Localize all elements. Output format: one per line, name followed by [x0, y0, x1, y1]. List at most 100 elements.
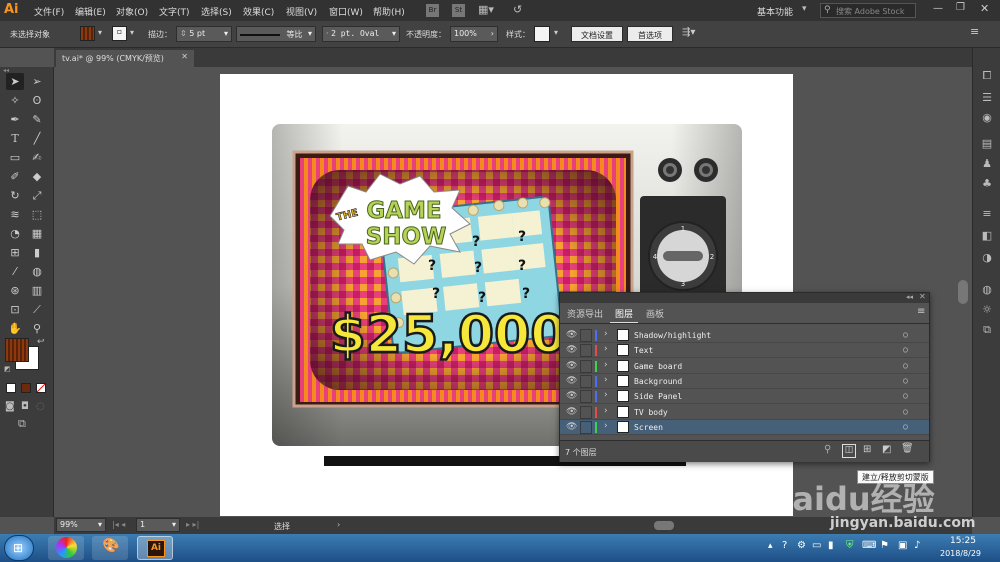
visibility-eye-icon[interactable]: 👁 — [566, 376, 577, 386]
menu-object[interactable]: 对象(O) — [116, 5, 148, 18]
vertical-scrollbar-thumb[interactable] — [958, 280, 968, 304]
selection-tool-icon[interactable]: ➤ — [6, 73, 24, 90]
appearance-icon[interactable]: ◍ — [979, 282, 995, 298]
layer-row[interactable]: 👁 › Game board ○ — [560, 359, 929, 374]
stroke-swatch[interactable]: ▫ — [112, 26, 127, 41]
layer-name[interactable]: Background — [634, 377, 682, 386]
visibility-eye-icon[interactable]: 👁 — [566, 407, 577, 417]
stroke-panel-icon[interactable]: ≡ — [979, 206, 995, 222]
brush-dropdown[interactable]: · 2 pt. Oval ▾ — [322, 26, 400, 42]
layer-name[interactable]: Game board — [634, 362, 682, 371]
perspective-grid-tool-icon[interactable]: ▦ — [28, 225, 46, 242]
type-tool-icon[interactable]: T — [6, 130, 24, 147]
tray-battery-icon[interactable]: ▮ — [828, 540, 834, 551]
target-circle-icon[interactable]: ○ — [903, 422, 908, 431]
first-artboard-icon[interactable]: |◂ ◂ — [112, 520, 125, 529]
eyedropper-tool-icon[interactable]: ⁄ — [6, 263, 24, 280]
none-mode-icon[interactable] — [36, 383, 46, 393]
default-colors-icon[interactable]: ◩ — [4, 365, 11, 373]
tray-flag-icon[interactable]: ⚑ — [880, 540, 889, 551]
visibility-eye-icon[interactable]: 👁 — [566, 422, 577, 432]
layer-row[interactable]: 👁 › TV body ○ — [560, 405, 929, 420]
scale-tool-icon[interactable]: ⤢ — [28, 187, 46, 204]
panel-menu-icon[interactable]: ≡ — [970, 25, 979, 38]
color-guide-icon[interactable]: ▤ — [979, 136, 995, 152]
direct-selection-tool-icon[interactable]: ➢ — [28, 73, 46, 90]
panel-titlebar[interactable]: ◂◂ ✕ — [560, 292, 929, 303]
symbol-sprayer-tool-icon[interactable]: ⊛ — [6, 282, 24, 299]
free-transform-tool-icon[interactable]: ⬚ — [28, 206, 46, 223]
stock-button[interactable]: St — [452, 4, 465, 17]
pen-tool-icon[interactable]: ✒ — [6, 111, 24, 128]
zoom-field[interactable]: 99% ▾ — [56, 518, 106, 532]
opacity-field[interactable]: 100% › — [450, 26, 498, 42]
mesh-tool-icon[interactable]: ⊞ — [6, 244, 24, 261]
menu-file[interactable]: 文件(F) — [34, 5, 64, 18]
curvature-tool-icon[interactable]: ✎ — [28, 111, 46, 128]
screen-mode-icon[interactable]: ⧉ — [18, 417, 26, 431]
restore-icon[interactable]: ❐ — [956, 2, 965, 13]
lock-toggle[interactable] — [580, 344, 592, 358]
close-icon[interactable]: ✕ — [980, 2, 989, 15]
align-icon[interactable]: ⇶▾ — [682, 27, 695, 38]
tray-monitor-icon[interactable]: ▣ — [898, 540, 907, 551]
layer-name[interactable]: Screen — [634, 423, 663, 432]
rectangle-tool-icon[interactable]: ▭ — [6, 149, 24, 166]
expand-chevron-icon[interactable]: › — [603, 390, 608, 400]
menu-type[interactable]: 文字(T) — [159, 5, 190, 18]
stepper-icon[interactable]: ⇕ — [180, 29, 187, 38]
lock-toggle[interactable] — [580, 374, 592, 388]
stock-search-input[interactable]: ⚲ 搜索 Adobe Stock — [820, 3, 916, 18]
shaper-tool-icon[interactable]: ✐ — [6, 168, 24, 185]
clock-time[interactable]: 15:25 — [950, 536, 976, 546]
fill-color-box[interactable] — [5, 338, 29, 362]
document-tab[interactable]: tv.ai* @ 99% (CMYK/预览) ✕ — [56, 50, 194, 67]
properties-icon[interactable]: ⧠ — [979, 68, 995, 84]
menu-select[interactable]: 选择(S) — [201, 5, 232, 18]
zoom-chevron-icon[interactable]: ▾ — [98, 520, 102, 529]
target-circle-icon[interactable]: ○ — [903, 407, 908, 416]
clipping-mask-icon[interactable]: ◫ — [842, 444, 856, 458]
delete-layer-icon[interactable]: 🗑 — [901, 443, 914, 454]
clock-date[interactable]: 2018/8/29 — [940, 549, 981, 558]
brush-chevron-icon[interactable]: ▾ — [392, 29, 396, 38]
warp-tool-icon[interactable]: ≋ — [6, 206, 24, 223]
tray-input-icon[interactable]: ⌨ — [862, 540, 876, 551]
bridge-button[interactable]: Br — [426, 4, 439, 17]
symbols-icon[interactable]: ♣ — [979, 176, 995, 192]
stroke-weight-field[interactable]: ⇕ 5 pt ▾ — [176, 26, 232, 42]
lock-toggle[interactable] — [580, 390, 592, 404]
slice-tool-icon[interactable]: ⟋ — [28, 301, 46, 318]
menu-effect[interactable]: 效果(C) — [243, 5, 274, 18]
tray-network-icon[interactable]: ⚙ — [797, 540, 806, 551]
expand-chevron-icon[interactable]: › — [603, 406, 608, 416]
tab-artboards[interactable]: 画板 — [646, 307, 664, 320]
draw-inside-icon[interactable]: ◌ — [36, 401, 45, 412]
tab-layers-active[interactable]: 图层 — [610, 303, 638, 323]
horizontal-scrollbar-thumb[interactable] — [654, 521, 674, 530]
gradient-panel-icon[interactable]: ◧ — [979, 228, 995, 244]
artboard-tool-icon[interactable]: ⊡ — [6, 301, 24, 318]
layer-name[interactable]: Side Panel — [634, 392, 682, 401]
arrange-docs-icon[interactable]: ▦▾ — [478, 3, 494, 16]
layers-panel-icon[interactable]: ⧉ — [979, 322, 995, 338]
workspace-switcher[interactable]: 基本功能 — [757, 5, 793, 18]
minimize-icon[interactable]: — — [933, 3, 943, 14]
workspace-chevron-icon[interactable]: ▾ — [802, 4, 807, 14]
fill-chevron-icon[interactable]: ▾ — [98, 28, 102, 37]
style-chevron-icon[interactable]: ▾ — [554, 28, 558, 37]
layer-row[interactable]: 👁 › Text ○ — [560, 343, 929, 359]
expand-chevron-icon[interactable]: › — [603, 329, 608, 339]
layer-name[interactable]: Shadow/highlight — [634, 331, 711, 340]
line-tool-icon[interactable]: ╱ — [28, 130, 46, 147]
expand-chevron-icon[interactable]: › — [603, 421, 608, 431]
hand-tool-icon[interactable]: ✋ — [6, 320, 24, 337]
panel-menu-icon[interactable]: ≡ — [917, 306, 925, 317]
paintbrush-tool-icon[interactable]: ✍ — [28, 149, 46, 166]
target-circle-icon[interactable]: ○ — [903, 391, 908, 400]
layer-name[interactable]: Text — [634, 346, 653, 355]
libraries-icon[interactable]: ☰ — [979, 90, 995, 106]
start-button[interactable]: ⊞ — [4, 535, 34, 561]
shape-builder-tool-icon[interactable]: ◔ — [6, 225, 24, 242]
lock-toggle[interactable] — [580, 420, 592, 434]
